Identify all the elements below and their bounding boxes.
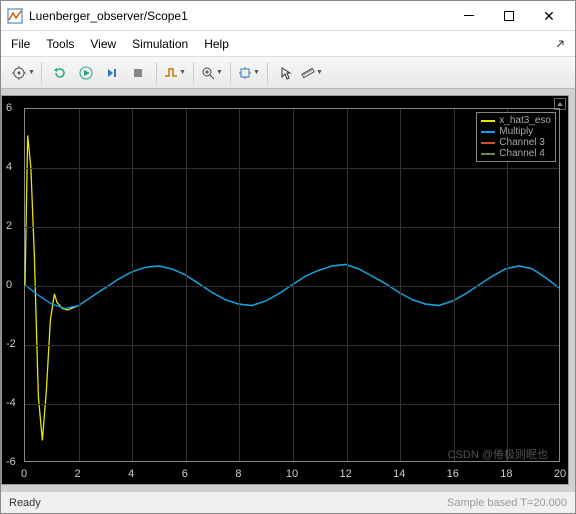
legend-item-1: x_hat3_eso <box>499 115 551 126</box>
undock-icon[interactable] <box>555 37 567 49</box>
measure-button[interactable]: ▼ <box>300 61 324 85</box>
plot-area: x_hat3_eso Multiply Channel 3 Channel 4 … <box>1 89 575 491</box>
menu-view[interactable]: View <box>90 37 116 51</box>
status-ready: Ready <box>9 497 41 509</box>
minimize-button[interactable] <box>449 2 489 30</box>
menu-help[interactable]: Help <box>204 37 229 51</box>
title-bar: Luenberger_observer/Scope1 ✕ <box>1 1 575 31</box>
app-icon <box>7 8 23 24</box>
close-button[interactable]: ✕ <box>529 2 569 30</box>
config-button[interactable]: ▼ <box>11 61 35 85</box>
maximize-button[interactable] <box>489 2 529 30</box>
restart-button[interactable] <box>48 61 72 85</box>
step-forward-button[interactable] <box>100 61 124 85</box>
autoscale-button[interactable]: ▼ <box>237 61 261 85</box>
stop-button[interactable] <box>126 61 150 85</box>
legend-item-3: Channel 3 <box>499 137 545 148</box>
window-title: Luenberger_observer/Scope1 <box>29 9 449 23</box>
legend-item-2: Multiply <box>499 126 533 137</box>
window-controls: ✕ <box>449 2 569 30</box>
run-button[interactable] <box>74 61 98 85</box>
legend-item-4: Channel 4 <box>499 148 545 159</box>
legend[interactable]: x_hat3_eso Multiply Channel 3 Channel 4 <box>476 112 556 162</box>
status-bar: Ready Sample based T=20.000 <box>1 491 575 513</box>
zoom-in-button[interactable]: ▼ <box>200 61 224 85</box>
toolbar: ▼ ▼ ▼ ▼ ▼ <box>1 57 575 89</box>
menu-tools[interactable]: Tools <box>46 37 74 51</box>
trigger-button[interactable]: ▼ <box>163 61 187 85</box>
menu-simulation[interactable]: Simulation <box>132 37 188 51</box>
cursor-button[interactable] <box>274 61 298 85</box>
status-sample: Sample based T=20.000 <box>447 497 567 509</box>
scope-plot[interactable]: x_hat3_eso Multiply Channel 3 Channel 4 … <box>1 95 569 485</box>
menu-file[interactable]: File <box>11 37 30 51</box>
menu-bar: File Tools View Simulation Help <box>1 31 575 57</box>
